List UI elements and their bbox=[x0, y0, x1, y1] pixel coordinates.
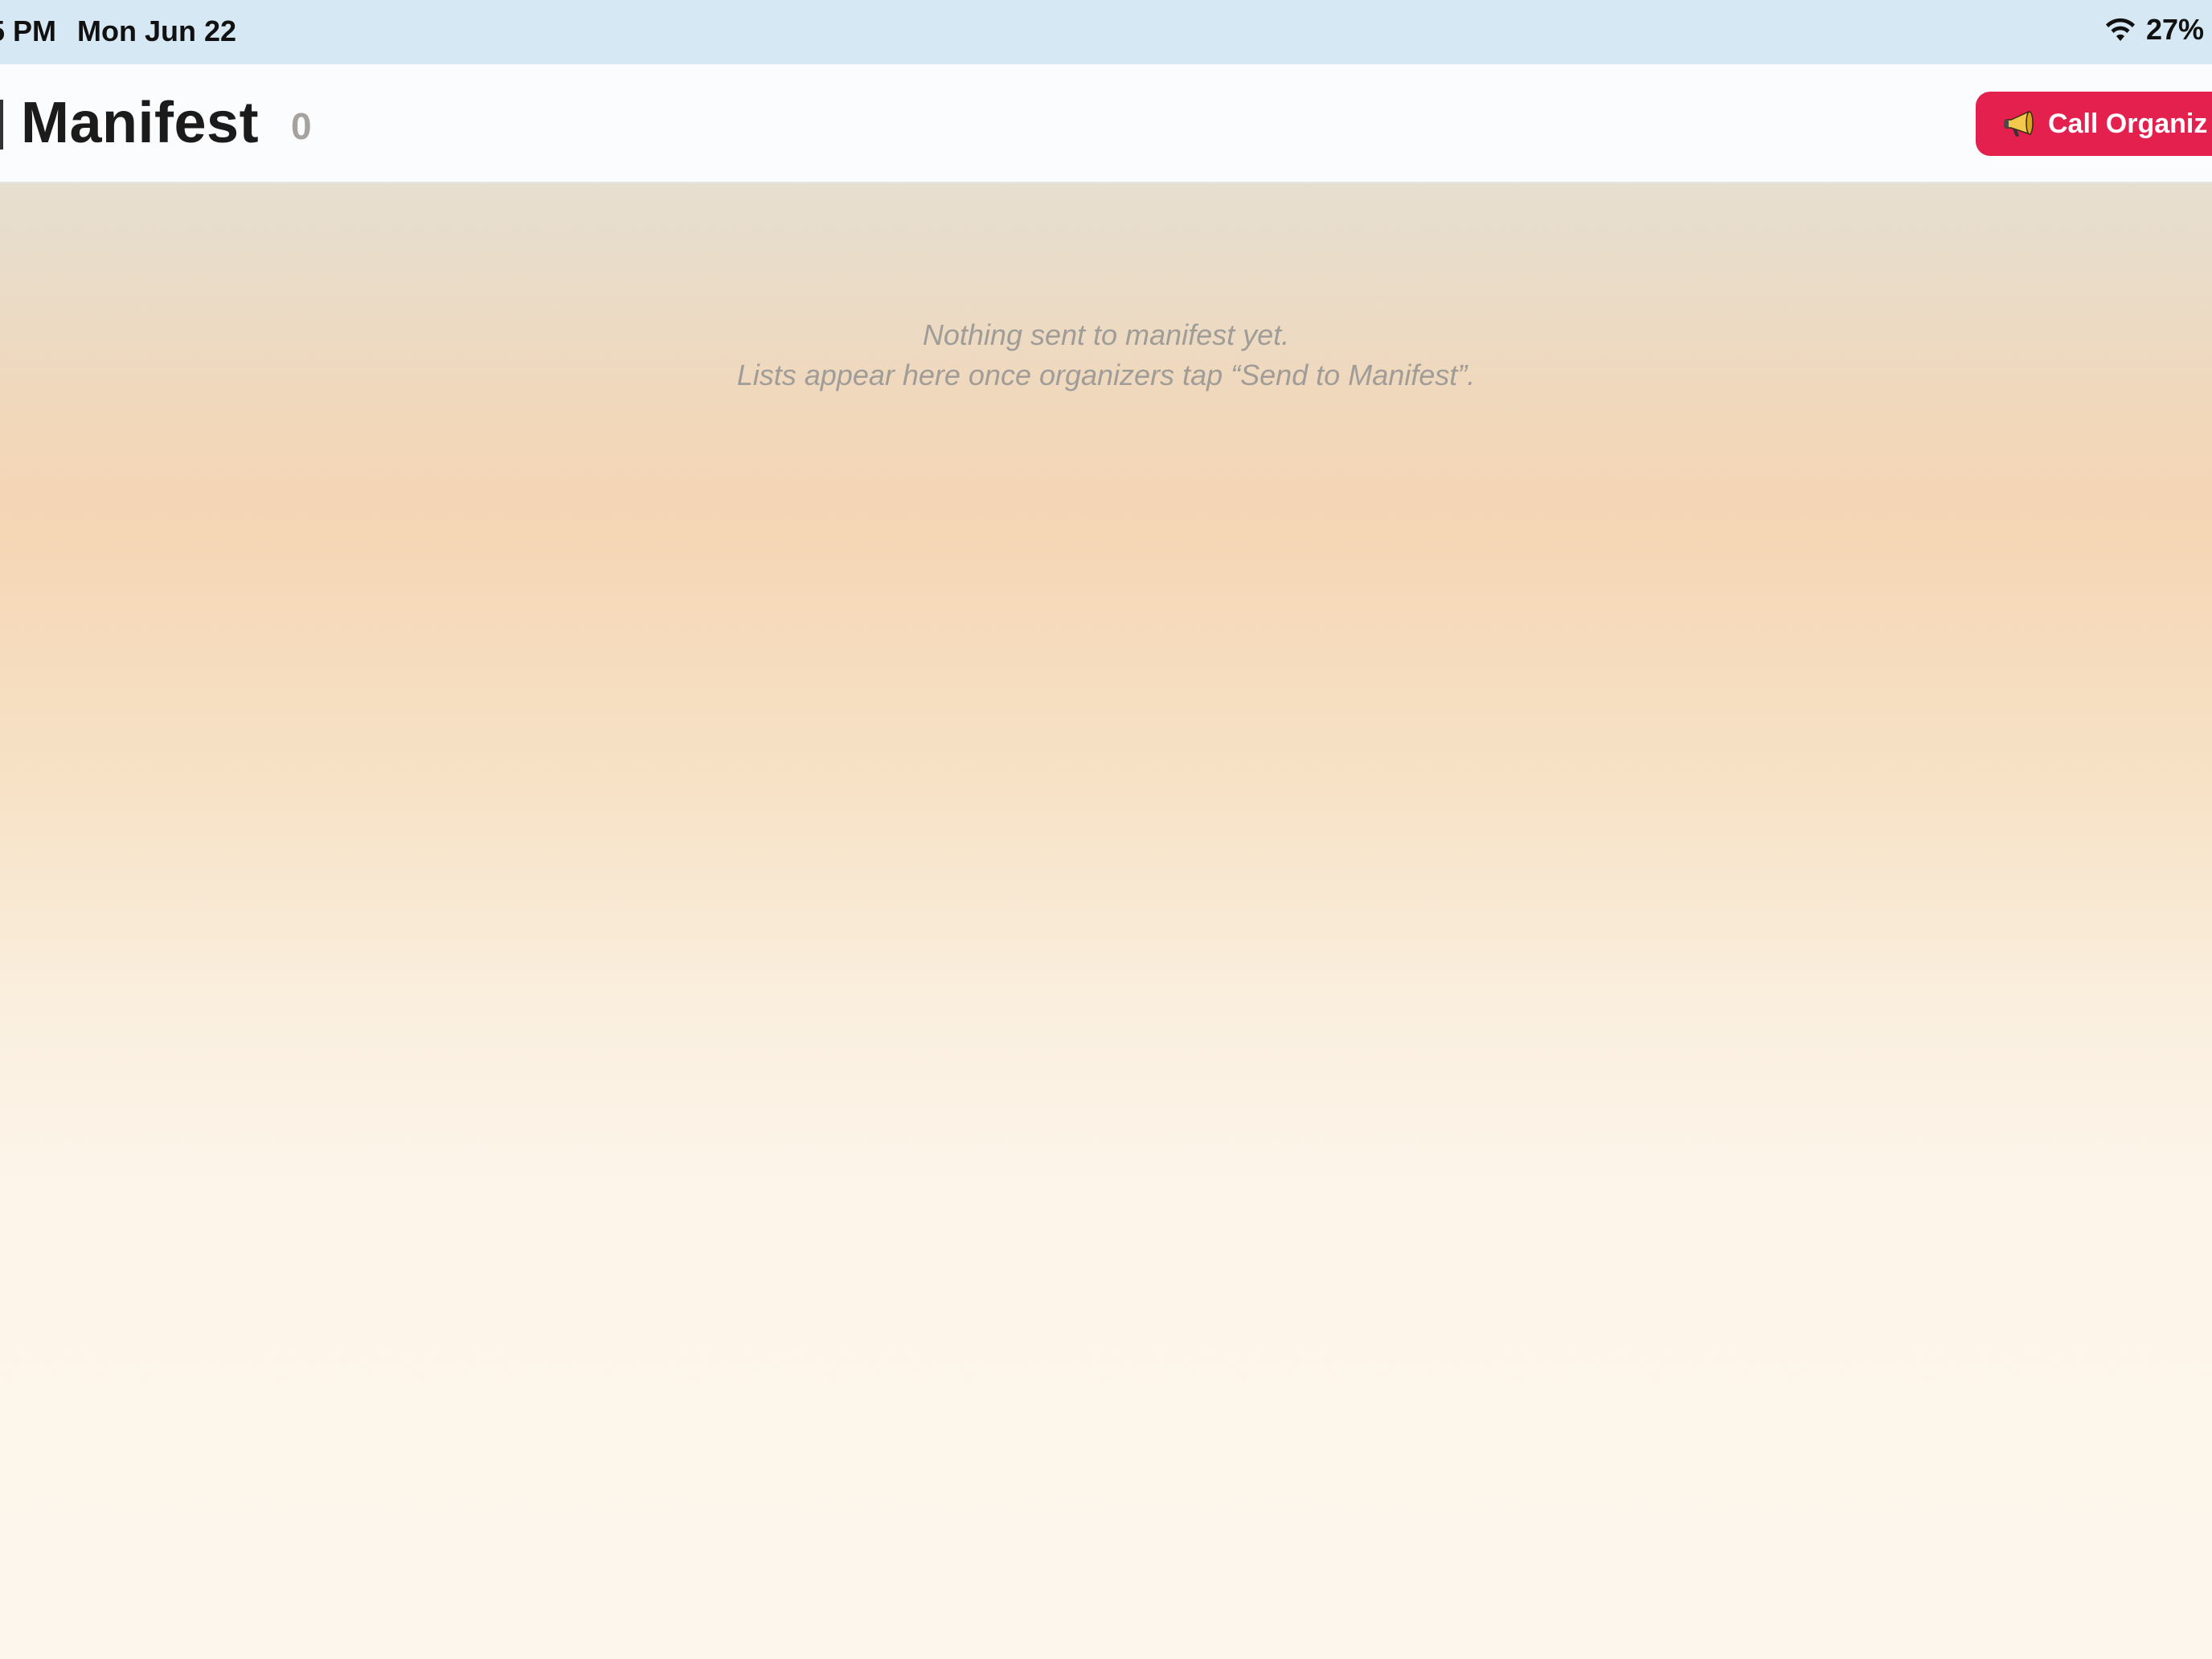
battery-percentage: 27% bbox=[2145, 13, 2204, 46]
call-button-label: Call Organiz bbox=[2048, 108, 2208, 139]
status-time: 5 PM bbox=[0, 14, 57, 47]
empty-state-line-1: Nothing sent to manifest yet. bbox=[922, 318, 1290, 351]
empty-state-line-2: Lists appear here once organizers tap “S… bbox=[736, 358, 1476, 391]
status-indicators: 27% bbox=[2104, 13, 2204, 47]
call-organizers-button[interactable]: Call Organiz bbox=[1976, 92, 2212, 156]
status-date: Mon Jun 22 bbox=[77, 14, 237, 47]
wifi-icon bbox=[2105, 18, 2135, 41]
page-title: Manifest bbox=[21, 91, 260, 155]
manifest-count: 0 bbox=[291, 105, 312, 147]
back-edge[interactable] bbox=[0, 100, 3, 150]
status-bar: 5 PM Mon Jun 22 27% bbox=[0, 0, 2212, 64]
megaphone-icon bbox=[2004, 110, 2034, 137]
header: Manifest 0 Call Organiz bbox=[0, 64, 2212, 183]
empty-state-message: Nothing sent to manifest yet. Lists appe… bbox=[0, 315, 2212, 395]
